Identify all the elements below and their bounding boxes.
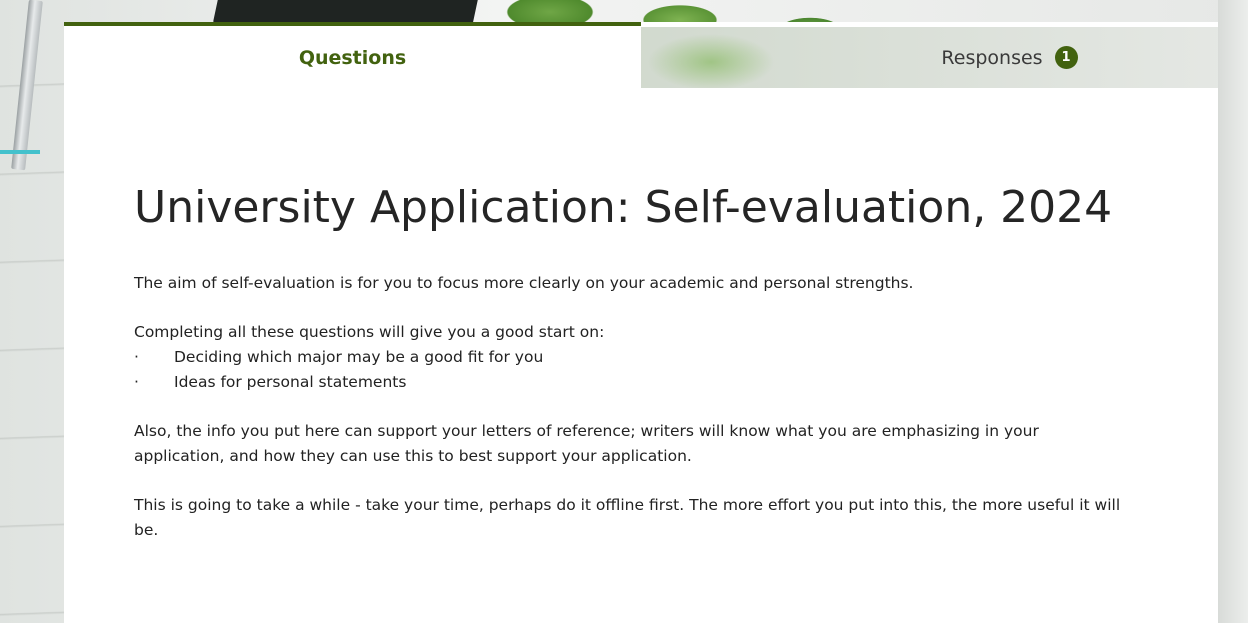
form-description: The aim of self-evaluation is for you to… xyxy=(134,271,1134,543)
list-item-text: Ideas for personal statements xyxy=(174,373,407,391)
tab-responses-content: Responses 1 xyxy=(941,46,1078,69)
bullet: · xyxy=(134,348,139,366)
form-header: University Application: Self-evaluation,… xyxy=(134,182,1134,567)
tab-responses-label: Responses xyxy=(941,46,1043,69)
bullet: · xyxy=(134,373,139,391)
accent-line-decoration xyxy=(0,150,40,154)
list-item: · Deciding which major may be a good fit… xyxy=(134,345,1134,370)
background-edge xyxy=(1218,0,1248,623)
tab-questions-label: Questions xyxy=(298,47,407,69)
list-item: · Ideas for personal statements xyxy=(134,370,1134,395)
description-list-intro: Completing all these questions will give… xyxy=(134,323,605,341)
tab-bar: Questions Responses 1 xyxy=(64,22,1218,88)
tab-responses-background xyxy=(641,27,1218,88)
description-references: Also, the info you put here can support … xyxy=(134,422,1039,465)
responses-count-badge: 1 xyxy=(1054,46,1078,69)
description-intro: The aim of self-evaluation is for you to… xyxy=(134,274,914,292)
description-list: · Deciding which major may be a good fit… xyxy=(134,345,1134,395)
tab-questions[interactable]: Questions xyxy=(64,22,641,88)
description-time-note: This is going to take a while - take you… xyxy=(134,496,1121,539)
tab-responses[interactable]: Responses 1 xyxy=(641,27,1218,88)
list-item-text: Deciding which major may be a good fit f… xyxy=(174,348,544,366)
form-title: University Application: Self-evaluation,… xyxy=(134,182,1113,233)
form-card: Questions Responses 1 University Applica… xyxy=(64,22,1218,623)
